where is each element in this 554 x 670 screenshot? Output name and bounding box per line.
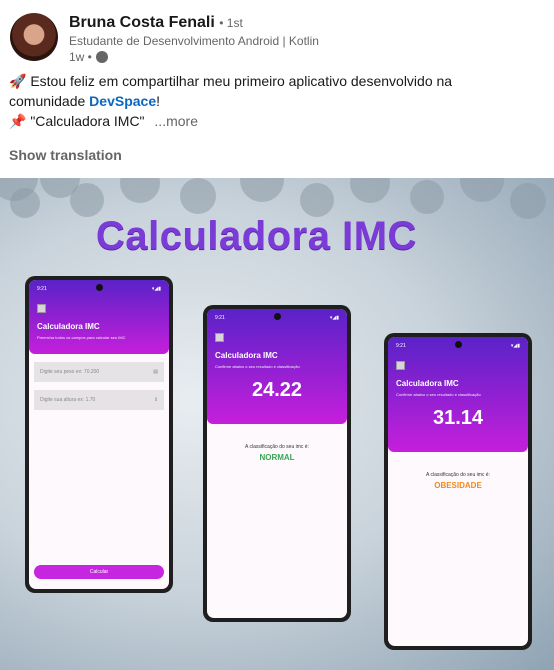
post-header: Bruna Costa Fenali • 1st Estudante de De… xyxy=(10,13,319,64)
see-more-link[interactable]: ...more xyxy=(154,113,198,129)
app-title: Calculadora IMC xyxy=(396,379,459,388)
app-title: Calculadora IMC xyxy=(215,351,278,360)
bmi-value: 24.22 xyxy=(251,379,303,401)
post-image[interactable]: Calculadora IMC 9:21 ▾◢▮ Calculadora IMC … xyxy=(0,178,554,670)
author-name[interactable]: Bruna Costa Fenali xyxy=(69,14,215,31)
bmi-value: 31.14 xyxy=(432,407,484,429)
classification-label: A classificação do seu imc é: xyxy=(426,472,490,478)
app-title: Calculadora IMC xyxy=(37,322,100,331)
status-time: 9:21 xyxy=(37,286,47,292)
app-icon xyxy=(215,333,224,342)
show-translation-button[interactable]: Show translation xyxy=(9,147,122,163)
stepper-icon: ⇕ xyxy=(153,397,158,403)
phone-input-screen: 9:21 ▾◢▮ Calculadora IMC Preencha todos o… xyxy=(25,276,173,593)
calculate-button[interactable]: Calcular xyxy=(34,565,164,579)
height-input[interactable]: Digite sua altura ex: 1.70 ⇕ xyxy=(34,390,164,410)
app-subtitle: Preencha todos os campos para calcular s… xyxy=(37,335,126,340)
classification-result: NORMAL xyxy=(259,453,295,462)
classification-result: OBESIDADE xyxy=(434,481,482,490)
avatar[interactable] xyxy=(10,13,58,61)
result-subtitle: Confirme abaixo o seu resultado e classi… xyxy=(396,392,481,397)
post-time: 1w • xyxy=(69,50,92,64)
image-title: Calculadora IMC xyxy=(96,214,417,258)
weight-input[interactable]: Digite seu peso ex: 70.200 ▤ xyxy=(34,362,164,382)
camera xyxy=(96,284,103,291)
keyboard-icon: ▤ xyxy=(153,369,158,375)
devspace-link[interactable]: DevSpace xyxy=(89,93,156,109)
globe-icon xyxy=(95,51,108,63)
author-headline: Estudante de Desenvolvimento Android | K… xyxy=(69,34,319,48)
post-line: 🚀 Estou feliz em compartilhar meu primei… xyxy=(9,73,453,89)
app-icon xyxy=(37,304,46,313)
phone-result-obesity: 9:21 ▾◢▮ Calculadora IMC Confirme abaixo … xyxy=(384,333,532,650)
app-icon xyxy=(396,361,405,370)
post-line: ! xyxy=(156,93,160,109)
post-line: comunidade xyxy=(9,93,90,109)
post-text: 🚀 Estou feliz em compartilhar meu primei… xyxy=(9,71,539,131)
result-subtitle: Confirme abaixo o seu resultado e classi… xyxy=(215,364,300,369)
connection-degree: • 1st xyxy=(219,16,243,30)
post-line: 📌 "Calculadora IMC" xyxy=(9,113,145,129)
phone-result-normal: 9:21 ▾◢▮ Calculadora IMC Confirme abaixo … xyxy=(203,305,351,622)
classification-label: A classificação do seu imc é: xyxy=(245,444,309,450)
